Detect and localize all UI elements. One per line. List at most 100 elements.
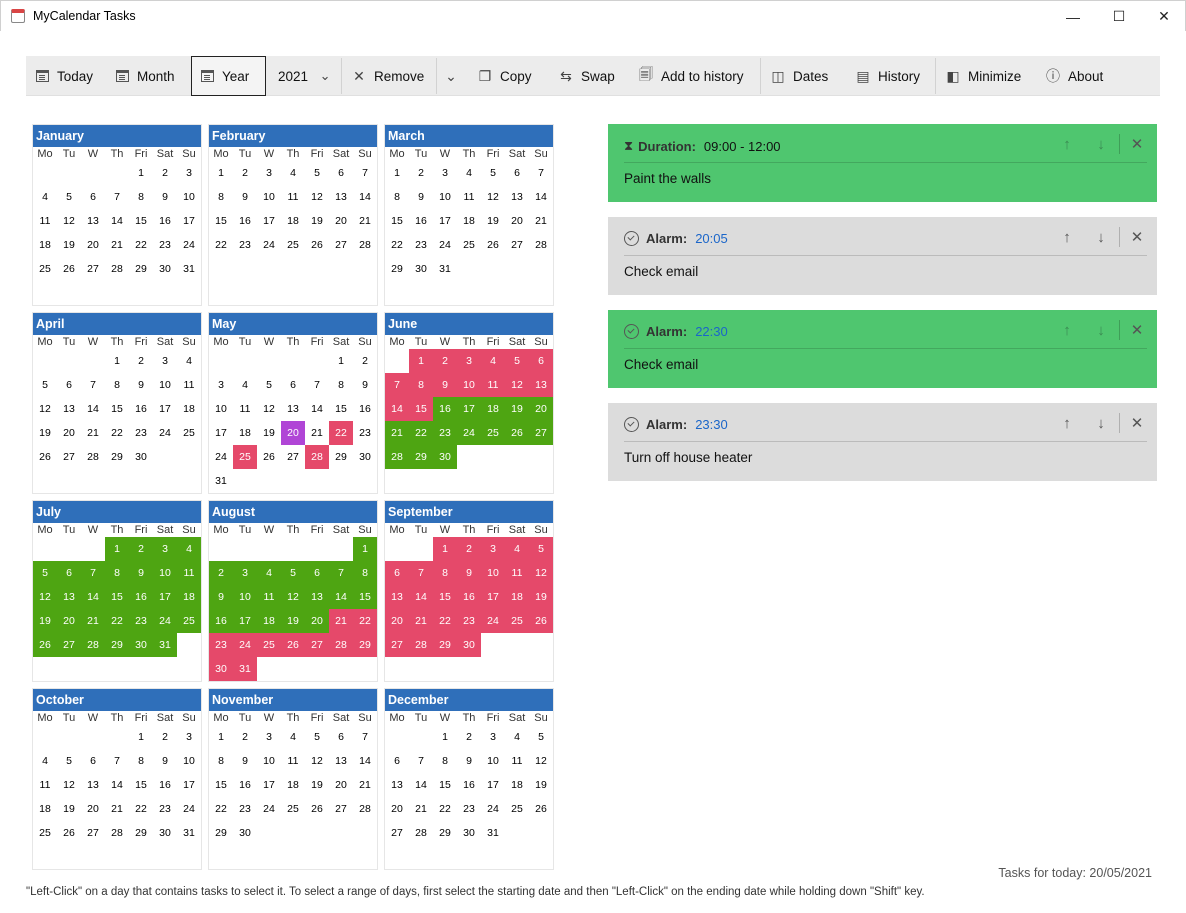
day-cell[interactable]: 26 [57, 821, 81, 845]
day-cell[interactable]: 12 [281, 585, 305, 609]
day-cell[interactable]: 23 [233, 233, 257, 257]
day-cell[interactable]: 20 [57, 421, 81, 445]
day-cell[interactable]: 17 [233, 609, 257, 633]
day-cell[interactable]: 27 [385, 633, 409, 657]
day-cell[interactable]: 4 [257, 561, 281, 585]
day-cell[interactable]: 20 [329, 773, 353, 797]
day-cell[interactable]: 31 [209, 469, 233, 493]
day-cell[interactable]: 25 [481, 421, 505, 445]
day-cell[interactable]: 20 [81, 797, 105, 821]
day-cell[interactable]: 7 [305, 373, 329, 397]
window-minimize-button[interactable]: — [1050, 1, 1096, 32]
minimize-button[interactable]: ◧ Minimize [946, 56, 1021, 96]
swap-button[interactable]: ⇆ Swap [559, 56, 615, 96]
day-cell[interactable]: 24 [257, 233, 281, 257]
day-cell[interactable]: 5 [505, 349, 529, 373]
day-cell[interactable]: 22 [129, 233, 153, 257]
day-cell[interactable]: 26 [305, 233, 329, 257]
day-cell[interactable]: 30 [409, 257, 433, 281]
day-cell[interactable]: 27 [81, 257, 105, 281]
day-cell[interactable]: 12 [481, 185, 505, 209]
day-cell[interactable]: 2 [233, 161, 257, 185]
day-cell[interactable]: 8 [433, 561, 457, 585]
day-cell[interactable]: 16 [129, 397, 153, 421]
day-cell[interactable]: 14 [353, 185, 377, 209]
day-cell[interactable]: 1 [105, 349, 129, 373]
day-cell[interactable]: 7 [81, 373, 105, 397]
day-cell[interactable]: 14 [105, 773, 129, 797]
day-cell[interactable]: 3 [177, 725, 201, 749]
move-down-icon[interactable]: ↓ [1089, 227, 1113, 247]
day-cell[interactable]: 27 [81, 821, 105, 845]
day-cell[interactable]: 4 [481, 349, 505, 373]
day-cell[interactable]: 29 [433, 633, 457, 657]
day-cell[interactable]: 16 [153, 773, 177, 797]
day-cell[interactable]: 24 [153, 609, 177, 633]
task-card[interactable]: ⧗ Duration: 09:00 - 12:00 Paint the walls ↑ ↓… [608, 124, 1157, 202]
day-cell[interactable]: 22 [105, 421, 129, 445]
day-cell[interactable]: 29 [209, 821, 233, 845]
day-cell[interactable]: 4 [281, 161, 305, 185]
day-cell[interactable]: 28 [105, 257, 129, 281]
day-cell[interactable]: 17 [257, 209, 281, 233]
day-cell[interactable]: 3 [177, 161, 201, 185]
day-cell[interactable]: 25 [281, 233, 305, 257]
day-cell[interactable]: 10 [257, 185, 281, 209]
day-cell[interactable]: 1 [409, 349, 433, 373]
delete-task-icon[interactable]: ✕ [1125, 413, 1149, 433]
day-cell[interactable]: 28 [353, 797, 377, 821]
day-cell[interactable]: 21 [353, 773, 377, 797]
day-cell[interactable]: 21 [385, 421, 409, 445]
day-cell[interactable]: 13 [529, 373, 553, 397]
day-cell[interactable]: 14 [105, 209, 129, 233]
day-cell[interactable]: 25 [281, 797, 305, 821]
about-button[interactable]: ⓘ About [1046, 56, 1103, 96]
day-cell[interactable]: 28 [329, 633, 353, 657]
day-cell[interactable]: 3 [153, 537, 177, 561]
day-cell[interactable]: 9 [129, 373, 153, 397]
day-cell[interactable]: 22 [409, 421, 433, 445]
day-cell[interactable]: 28 [105, 821, 129, 845]
day-cell[interactable]: 15 [209, 773, 233, 797]
day-cell[interactable]: 18 [177, 585, 201, 609]
day-cell[interactable]: 25 [233, 445, 257, 469]
day-cell[interactable]: 12 [529, 749, 553, 773]
day-cell[interactable]: 12 [305, 749, 329, 773]
day-cell[interactable]: 14 [329, 585, 353, 609]
day-cell[interactable]: 27 [505, 233, 529, 257]
day-cell[interactable]: 17 [153, 397, 177, 421]
day-cell[interactable]: 23 [129, 609, 153, 633]
remove-dropdown-button[interactable]: ⌄ [444, 56, 466, 96]
day-cell[interactable]: 24 [457, 421, 481, 445]
day-cell[interactable]: 12 [57, 209, 81, 233]
day-cell[interactable]: 9 [233, 185, 257, 209]
day-cell[interactable]: 29 [329, 445, 353, 469]
day-cell[interactable]: 8 [353, 561, 377, 585]
day-cell[interactable]: 20 [81, 233, 105, 257]
day-cell[interactable]: 5 [481, 161, 505, 185]
day-cell[interactable]: 9 [153, 185, 177, 209]
day-cell[interactable]: 7 [329, 561, 353, 585]
day-cell[interactable]: 8 [129, 749, 153, 773]
day-cell[interactable]: 31 [177, 821, 201, 845]
day-cell[interactable]: 19 [57, 233, 81, 257]
day-cell[interactable]: 3 [209, 373, 233, 397]
day-cell[interactable]: 1 [329, 349, 353, 373]
day-cell[interactable]: 7 [105, 185, 129, 209]
day-cell[interactable]: 7 [353, 725, 377, 749]
day-cell[interactable]: 23 [153, 233, 177, 257]
day-cell[interactable]: 18 [233, 421, 257, 445]
day-cell[interactable]: 22 [329, 421, 353, 445]
day-cell[interactable]: 30 [457, 821, 481, 845]
day-cell[interactable]: 19 [281, 609, 305, 633]
day-cell[interactable]: 17 [153, 585, 177, 609]
day-cell[interactable]: 4 [505, 537, 529, 561]
day-cell[interactable]: 30 [433, 445, 457, 469]
day-cell[interactable]: 24 [153, 421, 177, 445]
day-cell[interactable]: 1 [433, 537, 457, 561]
day-cell[interactable]: 27 [305, 633, 329, 657]
day-cell[interactable]: 2 [153, 161, 177, 185]
day-cell[interactable]: 30 [129, 445, 153, 469]
day-cell[interactable]: 10 [457, 373, 481, 397]
day-cell[interactable]: 12 [33, 397, 57, 421]
